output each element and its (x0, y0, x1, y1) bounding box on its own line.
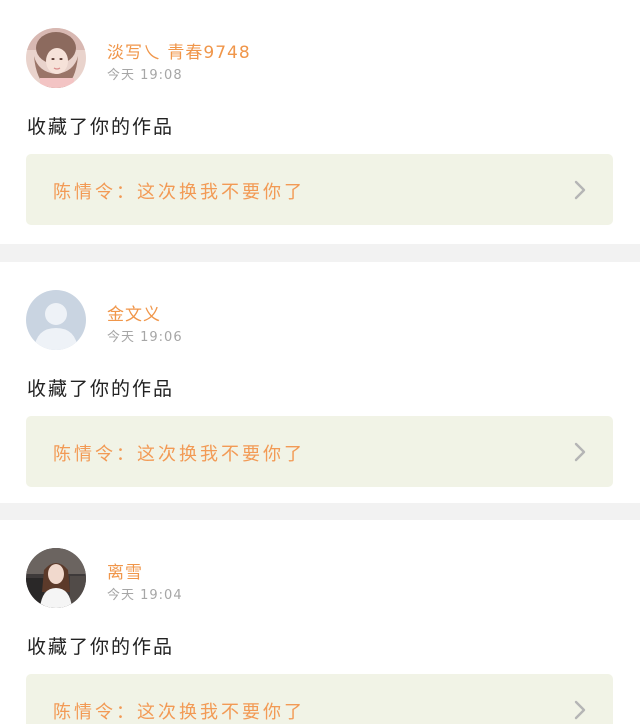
notification-card: 离雪 今天 19:04 收藏了你的作品 陈情令：这次换我不要你了 (0, 520, 640, 724)
work-title: 陈情令：这次换我不要你了 (53, 702, 305, 723)
chevron-right-icon (574, 180, 586, 200)
user-avatar-photo (26, 548, 86, 608)
user-avatar[interactable] (26, 290, 86, 350)
work-link[interactable]: 陈情令：这次换我不要你了 (26, 674, 613, 724)
timestamp: 今天 19:04 (107, 588, 183, 603)
username[interactable]: 淡写乀 青春9748 (107, 38, 251, 63)
action-text: 收藏了你的作品 (27, 378, 175, 400)
chevron-right-icon (574, 442, 586, 462)
work-title: 陈情令：这次换我不要你了 (53, 444, 305, 465)
notification-feed: 淡写乀 青春9748 今天 19:08 收藏了你的作品 陈情令：这次换我不要你了… (0, 0, 640, 724)
timestamp: 今天 19:08 (107, 68, 183, 83)
work-link[interactable]: 陈情令：这次换我不要你了 (26, 154, 613, 225)
user-avatar[interactable] (26, 548, 86, 608)
notification-card: 淡写乀 青春9748 今天 19:08 收藏了你的作品 陈情令：这次换我不要你了 (0, 0, 640, 244)
timestamp: 今天 19:06 (107, 330, 183, 345)
work-title: 陈情令：这次换我不要你了 (53, 182, 305, 203)
notification-card: 金文义 今天 19:06 收藏了你的作品 陈情令：这次换我不要你了 (0, 262, 640, 503)
default-user-icon (26, 290, 86, 350)
user-avatar-photo (26, 28, 86, 88)
work-link[interactable]: 陈情令：这次换我不要你了 (26, 416, 613, 487)
chevron-right-icon (574, 700, 586, 720)
user-avatar[interactable] (26, 28, 86, 88)
username[interactable]: 金文义 (107, 300, 161, 325)
username[interactable]: 离雪 (107, 558, 143, 583)
action-text: 收藏了你的作品 (27, 636, 175, 658)
action-text: 收藏了你的作品 (27, 116, 175, 138)
